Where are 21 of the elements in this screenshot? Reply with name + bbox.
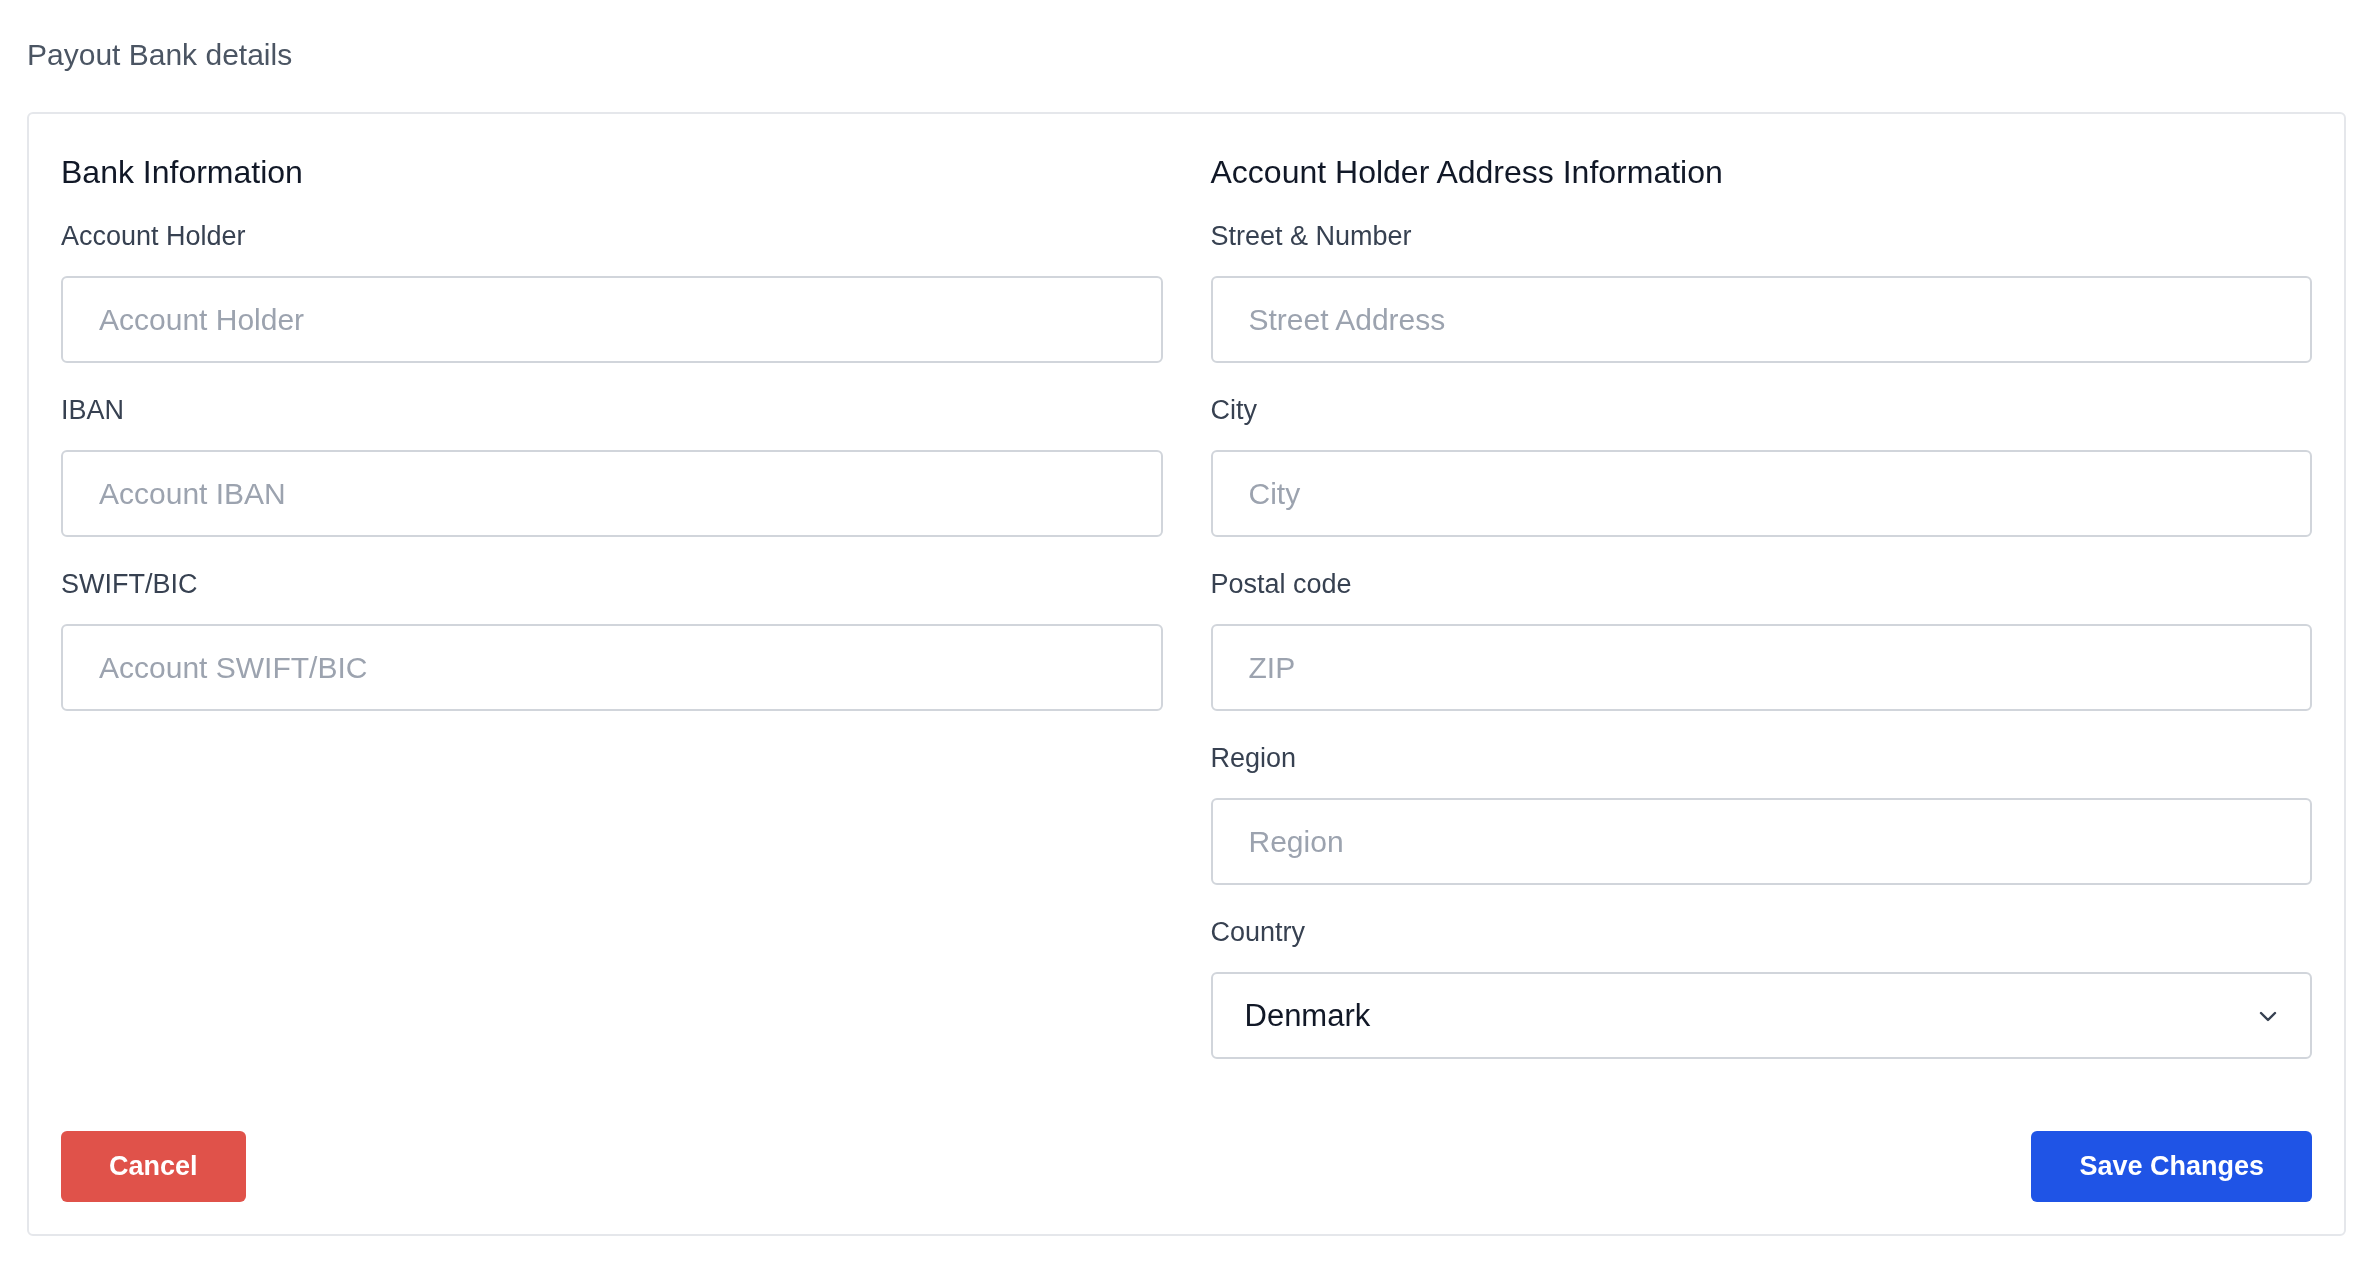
save-button[interactable]: Save Changes <box>2031 1131 2312 1202</box>
section-heading: Account Holder Address Information <box>1210 154 1724 191</box>
text-input-field[interactable]: ZIP <box>1210 624 2312 711</box>
text-input-field[interactable]: Account Holder <box>61 276 1163 363</box>
field-label: Country <box>1210 917 1307 948</box>
page-title: Payout Bank details <box>27 38 294 72</box>
field-label: IBAN <box>61 395 126 426</box>
text-input-field[interactable]: Region <box>1210 798 2312 885</box>
field-label: City <box>1210 395 1258 426</box>
text-input-field[interactable]: Street Address <box>1210 276 2312 363</box>
field-label: Region <box>1210 743 1298 774</box>
text-input-field[interactable]: City <box>1210 450 2312 537</box>
field-label: SWIFT/BIC <box>61 569 199 600</box>
country-select[interactable]: Denmark <box>1210 972 2312 1059</box>
field-label: Street & Number <box>1210 221 1413 252</box>
cancel-button[interactable]: Cancel <box>61 1131 246 1202</box>
field-label: Postal code <box>1210 569 1353 600</box>
text-input-field[interactable]: Account SWIFT/BIC <box>61 624 1163 711</box>
field-label: Account Holder <box>61 221 247 252</box>
section-heading: Bank Information <box>61 154 304 191</box>
text-input-field[interactable]: Account IBAN <box>61 450 1163 537</box>
